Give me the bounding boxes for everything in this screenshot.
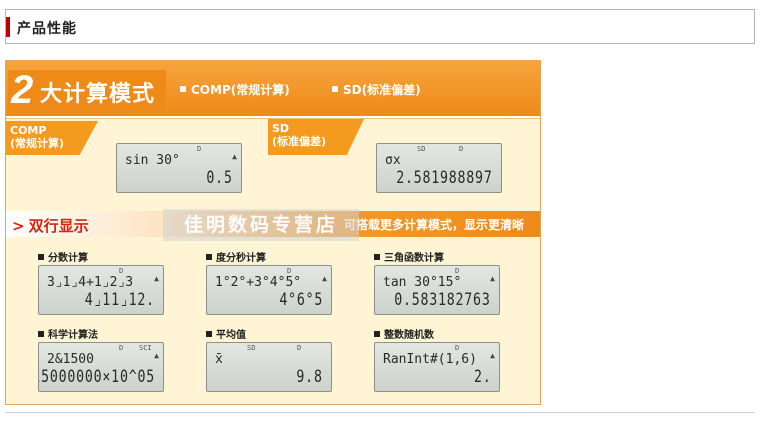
big-title-block: 2 大计算模式	[8, 70, 166, 110]
dual-line-examples: 分数计算 度分秒计算 三角函数计算 D ▲ 3⌟1⌟4+1⌟2⌟3 4⌟11⌟12…	[6, 237, 540, 404]
example-label: 分数计算	[38, 249, 88, 264]
big-title: 大计算模式	[40, 82, 156, 107]
square-bullet-icon	[332, 86, 338, 92]
example-label: 科学计算法	[38, 326, 98, 341]
random-int-lcd: D ▲ RanInt#(1,6) 2.	[374, 342, 500, 392]
sd-lcd: SD D σx 2.581988897	[376, 143, 502, 193]
example-label: 三角函数计算	[374, 249, 444, 264]
dual-line-title: > 双行显示	[12, 217, 89, 235]
mode-item-sd: SD(标准偏差)	[332, 81, 421, 98]
dms-lcd: D ▲ 1°2°+3°4°5° 4°6°5	[206, 265, 332, 315]
comp-lcd: D ▲ sin 30° 0.5	[116, 143, 242, 193]
mode-demo-panel: COMP (常规计算) D ▲ sin 30° 0.5 SD (标准偏差) SD D…	[6, 118, 540, 211]
divider	[5, 412, 755, 413]
section-title: 产品性能	[17, 21, 77, 37]
section-accent-bar	[6, 17, 10, 37]
chevron-right-icon: >	[12, 217, 25, 235]
square-bullet-icon	[180, 86, 186, 92]
comp-tag: COMP (常规计算)	[6, 121, 98, 155]
mean-lcd: SD D x̄ 9.8	[206, 342, 332, 392]
example-label: 整数随机数	[374, 326, 434, 341]
big-number: 2	[11, 68, 34, 112]
scientific-lcd: DSCI▲ 2&1500 2.615000000×10^05	[38, 342, 164, 392]
dual-line-subtitle: 可搭载更多计算模式，显示更清晰	[343, 218, 524, 232]
modes-band: 2 大计算模式 COMP(常规计算) SD(标准偏差)	[6, 61, 540, 116]
example-label: 平均值	[206, 326, 246, 341]
section-header: 产品性能	[5, 9, 755, 44]
trig-lcd: D ▲ tan 30°15° 0.583182763	[374, 265, 500, 315]
sd-tag: SD (标准偏差)	[268, 119, 364, 155]
fraction-lcd: D ▲ 3⌟1⌟4+1⌟2⌟3 4⌟11⌟12.	[38, 265, 164, 315]
mode-item-comp: COMP(常规计算)	[180, 81, 290, 98]
store-watermark: 佳明数码专营店	[163, 209, 359, 241]
example-label: 度分秒计算	[206, 249, 266, 264]
